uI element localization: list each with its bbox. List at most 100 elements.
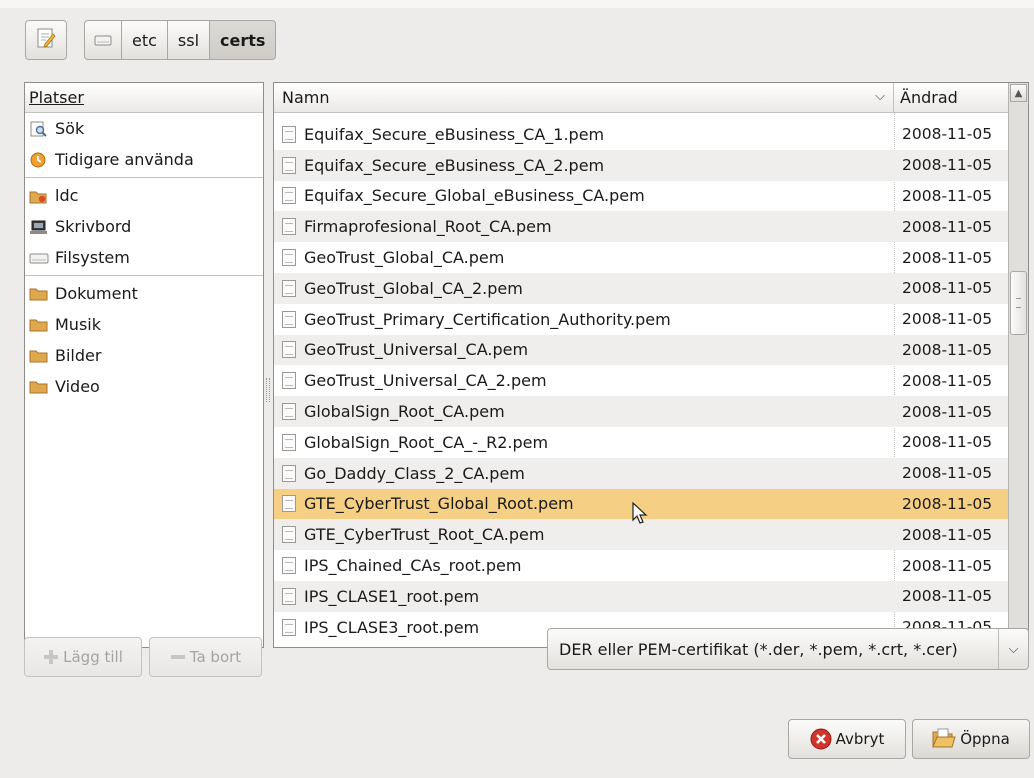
file-row[interactable]: GlobalSign_Root_CA_-_R2.pem 2008-11-05 bbox=[274, 427, 1008, 458]
open-label: Öppna bbox=[960, 730, 1010, 748]
column-header-name[interactable]: Namn ⌵ bbox=[274, 83, 894, 112]
minus-icon bbox=[170, 649, 186, 665]
file-name-cell: GTE_CyberTrust_Root_CA.pem bbox=[274, 525, 894, 544]
path-button-certs[interactable]: certs bbox=[209, 20, 277, 60]
text-file-icon bbox=[282, 557, 296, 575]
file-row[interactable]: IPS_Chained_CAs_root.pem 2008-11-05 bbox=[274, 550, 1008, 581]
file-date-cell: 2008-11-05 bbox=[902, 340, 993, 359]
file-date-cell: 2008-11-05 bbox=[902, 525, 993, 544]
file-name-cell: Equifax_Secure_eBusiness_CA_1.pem bbox=[274, 125, 894, 144]
places-item-label: ldc bbox=[55, 186, 79, 205]
folder-icon bbox=[29, 317, 49, 333]
file-row[interactable]: GeoTrust_Global_CA_2.pem 2008-11-05 bbox=[274, 272, 1008, 304]
file-date-cell: 2008-11-05 bbox=[902, 371, 993, 390]
open-button[interactable]: Öppna bbox=[912, 719, 1030, 759]
file-name-cell: IPS_Chained_CAs_root.pem bbox=[274, 556, 894, 575]
file-type-filter-value: DER eller PEM-certifikat (*.der, *.pem, … bbox=[559, 639, 958, 659]
text-file-icon bbox=[282, 279, 296, 297]
file-date-cell: 2008-11-05 bbox=[902, 464, 993, 483]
file-list-header: Namn ⌵ Ändrad bbox=[274, 83, 1008, 113]
file-date-cell: 2008-11-05 bbox=[902, 310, 993, 329]
file-date-cell: 2008-11-05 bbox=[902, 279, 993, 298]
file-name-label: Equifax_Secure_eBusiness_CA_2.pem bbox=[304, 155, 605, 175]
file-name-cell: GlobalSign_Root_CA.pem bbox=[274, 402, 894, 421]
remove-bookmark-label: Ta bort bbox=[189, 648, 242, 666]
chevron-down-icon: ⌵ bbox=[875, 89, 885, 104]
path-button-ssl[interactable]: ssl bbox=[166, 20, 211, 60]
vertical-scrollbar[interactable]: ▲ ▼ bbox=[1008, 83, 1028, 647]
places-item-filesystem[interactable]: Filsystem bbox=[25, 242, 263, 273]
add-bookmark-button[interactable]: Lägg till bbox=[24, 637, 142, 677]
file-row[interactable]: Equifax_Secure_eBusiness_CA_1.pem 2008-11… bbox=[274, 119, 1008, 150]
places-item-music[interactable]: Musik bbox=[25, 309, 263, 340]
cancel-label: Avbryt bbox=[835, 730, 885, 748]
mouse-pointer-icon bbox=[632, 501, 648, 530]
file-name-label: IPS_CLASE1_root.pem bbox=[304, 586, 480, 606]
remove-bookmark-button[interactable]: Ta bort bbox=[149, 637, 262, 677]
places-item-search[interactable]: Sök bbox=[25, 113, 263, 144]
file-name-cell: Equifax_Secure_Global_eBusiness_CA.pem bbox=[274, 186, 894, 205]
places-item-label: Tidigare använda bbox=[55, 150, 194, 169]
file-row[interactable]: IPS_CLASE1_root.pem 2008-11-05 bbox=[274, 580, 1008, 612]
path-button-etc[interactable]: etc bbox=[121, 20, 168, 60]
file-list: Namn ⌵ Ändrad Equifax_Secure_eBusiness_C… bbox=[273, 82, 1029, 648]
places-item-label: Skrivbord bbox=[55, 217, 132, 236]
places-header[interactable]: Platser bbox=[25, 83, 263, 113]
file-date-cell: 2008-11-05 bbox=[902, 587, 993, 606]
folder-icon bbox=[29, 348, 49, 364]
places-item-documents[interactable]: Dokument bbox=[25, 278, 263, 309]
chevron-down-icon: ⌵ bbox=[998, 629, 1028, 669]
places-item-pictures[interactable]: Bilder bbox=[25, 340, 263, 371]
file-name-cell: Equifax_Secure_eBusiness_CA_2.pem bbox=[274, 156, 894, 175]
text-file-icon bbox=[282, 587, 296, 605]
text-file-icon bbox=[282, 218, 296, 236]
file-name-label: GeoTrust_Universal_CA.pem bbox=[304, 340, 529, 360]
places-item-home[interactable]: ldc bbox=[25, 180, 263, 211]
edit-location-button[interactable] bbox=[25, 20, 67, 60]
places-separator bbox=[25, 177, 263, 178]
file-type-filter-select[interactable]: DER eller PEM-certifikat (*.der, *.pem, … bbox=[547, 628, 1029, 670]
cancel-icon bbox=[810, 728, 832, 750]
places-item-label: Video bbox=[55, 377, 100, 396]
file-row[interactable]: GlobalSign_Root_CA.pem 2008-11-05 bbox=[274, 396, 1008, 427]
drive-icon bbox=[94, 31, 112, 50]
drive-icon bbox=[29, 250, 49, 266]
plus-icon bbox=[43, 649, 59, 665]
file-row[interactable]: GeoTrust_Global_CA.pem 2008-11-05 bbox=[274, 242, 1008, 273]
text-file-icon bbox=[282, 618, 296, 636]
text-file-icon bbox=[282, 464, 296, 482]
window-top-strip bbox=[0, 0, 1034, 8]
scrollbar-thumb[interactable] bbox=[1010, 271, 1027, 335]
file-row[interactable]: Go_Daddy_Class_2_CA.pem 2008-11-05 bbox=[274, 457, 1008, 489]
text-file-icon bbox=[282, 310, 296, 328]
file-name-label: GeoTrust_Primary_Certification_Authority… bbox=[304, 309, 671, 329]
file-row[interactable]: GeoTrust_Universal_CA_2.pem 2008-11-05 bbox=[274, 365, 1008, 396]
column-header-modified[interactable]: Ändrad bbox=[894, 83, 1008, 112]
path-button-root[interactable] bbox=[84, 20, 122, 60]
file-name-label: GeoTrust_Global_CA_2.pem bbox=[304, 278, 523, 298]
file-row[interactable]: GeoTrust_Universal_CA.pem 2008-11-05 bbox=[274, 334, 1008, 366]
text-file-icon bbox=[282, 187, 296, 205]
places-item-video[interactable]: Video bbox=[25, 371, 263, 402]
pencil-document-icon bbox=[36, 27, 56, 53]
file-name-cell: GeoTrust_Global_CA_2.pem bbox=[274, 279, 894, 298]
file-date-cell: 2008-11-05 bbox=[902, 556, 993, 575]
file-name-label: GlobalSign_Root_CA.pem bbox=[304, 402, 505, 422]
file-row[interactable]: GeoTrust_Primary_Certification_Authority… bbox=[274, 304, 1008, 335]
file-date-cell: 2008-11-05 bbox=[902, 494, 993, 513]
file-row[interactable]: Equifax_Secure_Global_eBusiness_CA.pem 20… bbox=[274, 181, 1008, 212]
file-row[interactable]: Equifax_Secure_eBusiness_CA_2.pem 2008-11… bbox=[274, 149, 1008, 181]
file-name-label: IPS_CLASE3_root.pem bbox=[304, 617, 480, 637]
places-header-label: Platser bbox=[29, 88, 84, 107]
pane-resize-handle[interactable] bbox=[266, 378, 270, 402]
places-item-desktop[interactable]: Skrivbord bbox=[25, 211, 263, 242]
file-name-label: Go_Daddy_Class_2_CA.pem bbox=[304, 463, 525, 483]
places-item-recent[interactable]: Tidigare använda bbox=[25, 144, 263, 175]
file-row[interactable]: Firmaprofesional_Root_CA.pem 2008-11-05 bbox=[274, 211, 1008, 243]
scroll-up-arrow[interactable]: ▲ bbox=[1010, 84, 1027, 102]
file-date-cell: 2008-11-05 bbox=[902, 248, 993, 267]
text-file-icon bbox=[282, 125, 296, 143]
search-icon bbox=[29, 121, 49, 137]
cancel-button[interactable]: Avbryt bbox=[788, 719, 906, 759]
places-item-label: Dokument bbox=[55, 284, 138, 303]
